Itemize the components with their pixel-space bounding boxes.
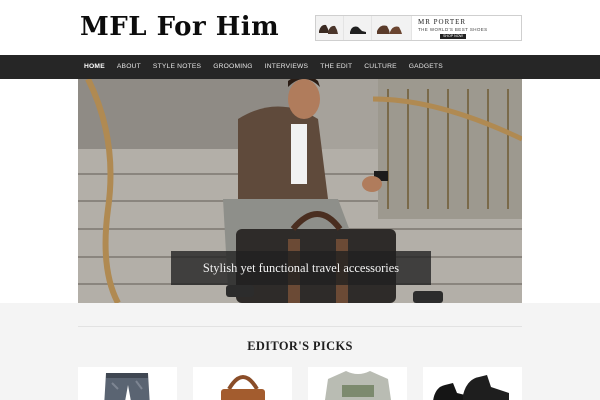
hero-slide[interactable]: Stylish yet functional travel accessorie…	[78, 79, 522, 303]
nav-item-grooming[interactable]: GROOMING	[207, 55, 259, 79]
pick-card-shoes[interactable]	[423, 367, 522, 400]
pick-card-leather-bag[interactable]	[193, 367, 292, 400]
site-logo[interactable]: MFL For Him	[80, 12, 279, 42]
editors-picks-heading: EDITOR'S PICKS	[247, 339, 353, 353]
hero-caption[interactable]: Stylish yet functional travel accessorie…	[171, 251, 431, 285]
pick-card-jeans[interactable]	[78, 367, 177, 400]
site-header: MFL For Him MR PORTER THE WORLD'S BEST S…	[0, 0, 600, 55]
sweater-image	[325, 371, 391, 400]
pick-card-sweater[interactable]	[308, 367, 407, 400]
nav-item-culture[interactable]: CULTURE	[358, 55, 403, 79]
nav-item-about[interactable]: ABOUT	[111, 55, 147, 79]
ad-shoe-image-1	[316, 16, 344, 40]
banner-ad[interactable]: MR PORTER THE WORLD'S BEST SHOES SHOP NO…	[315, 15, 522, 41]
ad-tagline: THE WORLD'S BEST SHOES	[418, 27, 488, 32]
nav-item-interviews[interactable]: INTERVIEWS	[259, 55, 315, 79]
leather-bag-image	[221, 375, 265, 400]
nav-item-the-edit[interactable]: THE EDIT	[314, 55, 358, 79]
nav-item-gadgets[interactable]: GADGETS	[403, 55, 449, 79]
nav-item-style-notes[interactable]: STYLE NOTES	[147, 55, 207, 79]
ad-text-panel: MR PORTER THE WORLD'S BEST SHOES SHOP NO…	[412, 16, 521, 40]
ad-shoe-image-3	[372, 16, 412, 40]
ad-shop-button[interactable]: SHOP NOW	[440, 34, 466, 39]
section-divider	[78, 326, 522, 327]
shoes-image	[433, 375, 509, 400]
jeans-image	[104, 373, 150, 400]
editors-picks-section: EDITOR'S PICKS	[0, 303, 600, 400]
main-nav: HOME ABOUT STYLE NOTES GROOMING INTERVIE…	[0, 55, 600, 79]
nav-list: HOME ABOUT STYLE NOTES GROOMING INTERVIE…	[78, 55, 449, 79]
nav-item-home[interactable]: HOME	[78, 55, 111, 79]
ad-shoe-image-2	[344, 16, 372, 40]
ad-brand: MR PORTER	[418, 18, 467, 26]
